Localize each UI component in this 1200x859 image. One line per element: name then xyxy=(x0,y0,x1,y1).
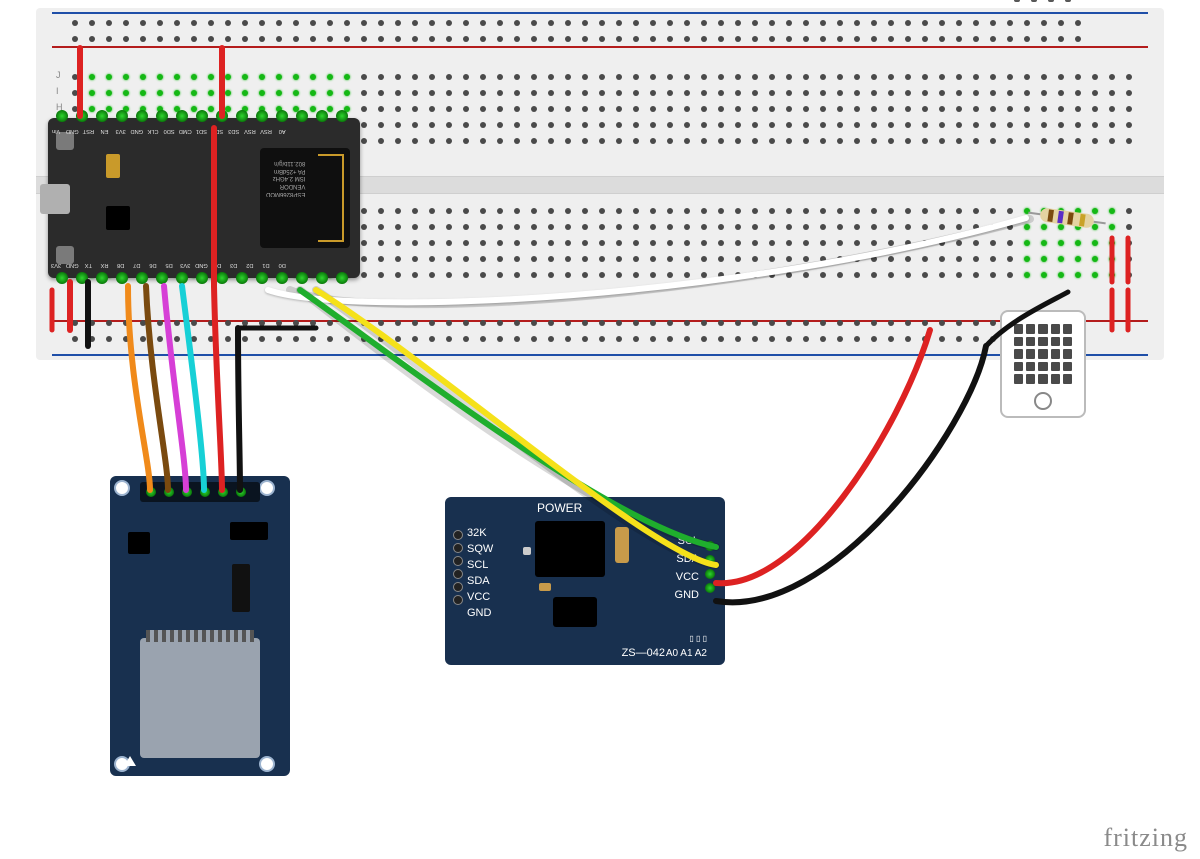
rtc-left-header[interactable] xyxy=(453,527,463,608)
sd-insert-arrow-icon xyxy=(124,756,136,766)
nodemcu-pin-3v3[interactable] xyxy=(216,272,228,284)
nodemcu-pin-sd0[interactable] xyxy=(196,110,208,122)
wifi-antenna-icon xyxy=(318,154,344,242)
nodemcu-pin-tx[interactable] xyxy=(96,272,108,284)
sd-pin-header[interactable] xyxy=(140,482,260,502)
nodemcu-pin-sd3[interactable] xyxy=(276,110,288,122)
nodemcu-pin-gnd[interactable] xyxy=(236,272,248,284)
nodemcu-pin-rsv[interactable] xyxy=(296,110,308,122)
eeprom-ic xyxy=(553,597,597,627)
nodemcu-pin-rx[interactable] xyxy=(116,272,128,284)
nodemcu-pin-d3[interactable] xyxy=(276,272,288,284)
power-label: POWER xyxy=(537,501,582,515)
nodemcu-pin-gnd[interactable] xyxy=(156,110,168,122)
sd-card-module xyxy=(110,476,290,776)
smd-component xyxy=(106,154,120,178)
wire-red-rtc-vcc xyxy=(716,330,930,583)
sd-card-slot[interactable] xyxy=(140,638,260,758)
dht-pin-4 xyxy=(1065,0,1071,2)
nodemcu-pin-3v3[interactable] xyxy=(56,272,68,284)
nodemcu-pin-rsv[interactable] xyxy=(316,110,328,122)
nodemcu-pin-3v3[interactable] xyxy=(136,110,148,122)
nodemcu-pin-en[interactable] xyxy=(116,110,128,122)
nodemcu-pin-clk[interactable] xyxy=(176,110,188,122)
nodemcu-board: ESP8266MOD VENDOR ISM 2.4GHz PA +25dBm 8… xyxy=(48,118,360,278)
rtc-right-header[interactable] xyxy=(705,537,715,597)
nodemcu-pin-d5[interactable] xyxy=(196,272,208,284)
regulator-chip xyxy=(106,206,130,230)
rtc-ic xyxy=(535,521,605,577)
dht-pin-3 xyxy=(1048,0,1054,2)
rtc-ds3231-module: POWER 32K SQW SCL SDA VCC GND SCL SDA VC… xyxy=(445,497,725,665)
esp8266-shield: ESP8266MOD VENDOR ISM 2.4GHz PA +25dBm 8… xyxy=(260,148,350,248)
micro-usb-port xyxy=(40,184,70,214)
nodemcu-pin-a0[interactable] xyxy=(336,110,348,122)
nodemcu-pin-gnd[interactable] xyxy=(76,110,88,122)
breadboard-top-power-rail xyxy=(36,8,1164,52)
dht-pin-1 xyxy=(1014,0,1020,2)
dht22-sensor xyxy=(1000,310,1086,418)
nodemcu-pin-vin[interactable] xyxy=(56,110,68,122)
wire-black-rtc-gnd xyxy=(716,346,986,602)
nodemcu-pin-d1[interactable] xyxy=(316,272,328,284)
nodemcu-pin-rst[interactable] xyxy=(96,110,108,122)
nodemcu-pin-gnd[interactable] xyxy=(76,272,88,284)
fritzing-watermark: fritzing xyxy=(1103,823,1188,853)
nodemcu-pin-d0[interactable] xyxy=(336,272,348,284)
nodemcu-pin-cmd[interactable] xyxy=(216,110,228,122)
nodemcu-pin-d6[interactable] xyxy=(176,272,188,284)
nodemcu-pin-d8[interactable] xyxy=(136,272,148,284)
nodemcu-pin-sd1[interactable] xyxy=(236,110,248,122)
nodemcu-pin-d7[interactable] xyxy=(156,272,168,284)
rst-button[interactable] xyxy=(56,132,74,150)
crystal-icon xyxy=(615,527,629,563)
dht-pin-2 xyxy=(1031,0,1037,2)
nodemcu-pin-d4[interactable] xyxy=(256,272,268,284)
nodemcu-pin-d2[interactable] xyxy=(296,272,308,284)
nodemcu-pin-sd2[interactable] xyxy=(256,110,268,122)
